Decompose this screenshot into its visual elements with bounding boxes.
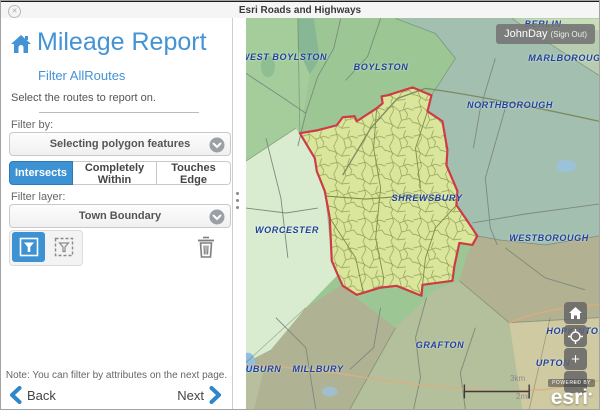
back-button[interactable]: Back [9, 384, 61, 406]
page-title: Mileage Report [37, 28, 207, 57]
esri-brand: esri [551, 386, 588, 409]
town-label-marlborough: MARLBOROUGH [528, 53, 599, 63]
select-by-extent-button[interactable] [47, 232, 80, 262]
esri-logo: POWERED BY esri● [548, 371, 595, 407]
town-label-grafton: GRAFTON [416, 340, 465, 350]
filter-method-dropdown[interactable]: Selecting polygon features [9, 132, 231, 156]
home-extent-button[interactable] [564, 302, 587, 324]
scale-mi-label: 2mi [516, 392, 529, 401]
filter-layer-dropdown[interactable]: Town Boundary [9, 204, 231, 228]
town-label-worcester: WORCESTER [255, 225, 319, 235]
home-icon [9, 32, 33, 61]
chevron-down-icon [209, 137, 225, 158]
town-label-westborough: WESTBOROUGH [509, 233, 589, 243]
spatial-relation-tabs: Intersects Completely Within Touches Edg… [9, 161, 231, 185]
page-subtitle: Filter AllRoutes [38, 68, 125, 83]
chevron-down-icon [209, 209, 225, 230]
map-canvas[interactable]: BERLIN WEST BOYLSTON BOYLSTON MARLBOROUG… [246, 18, 599, 409]
filter-by-label: Filter by: [11, 119, 53, 131]
instruction-text: Select the routes to report on. [11, 92, 156, 104]
town-label-west-boylston: WEST BOYLSTON [246, 52, 327, 62]
town-label-auburn: AUBURN [246, 364, 281, 374]
locate-icon [568, 329, 583, 344]
selection-tool-group [9, 230, 83, 266]
plus-icon: + [571, 352, 580, 367]
clear-selection-button[interactable] [189, 230, 223, 264]
next-button[interactable]: Next [172, 384, 222, 406]
zoom-in-button[interactable]: + [564, 348, 587, 370]
tab-touches-edge[interactable]: Touches Edge [157, 161, 231, 185]
mileage-report-panel: Mileage Report Filter AllRoutes Select t… [1, 18, 233, 409]
chevron-left-icon [9, 386, 22, 404]
title-bar: ✕ Esri Roads and Highways [1, 2, 599, 19]
filter-layer-value: Town Boundary [10, 210, 230, 222]
basemap [246, 18, 599, 409]
app-title: Esri Roads and Highways [1, 5, 599, 16]
filter-method-value: Selecting polygon features [10, 138, 230, 150]
trash-icon [194, 234, 218, 260]
home-icon [569, 307, 582, 319]
filter-layer-label: Filter layer: [11, 191, 65, 203]
note-text: Note: You can filter by attributes on th… [1, 370, 232, 381]
user-name: JohnDay [504, 28, 547, 40]
town-label-northborough: NORTHBOROUGH [467, 100, 553, 110]
town-label-boylston: BOYLSTON [354, 62, 409, 72]
next-label: Next [177, 388, 204, 403]
sign-out-label: (Sign Out) [551, 30, 587, 39]
scale-km-label: 3km [510, 374, 525, 383]
select-by-polygon-button[interactable] [12, 232, 45, 262]
panel-drag-handle[interactable] [233, 18, 246, 409]
app-window: ✕ Esri Roads and Highways Mileage Report… [0, 0, 600, 410]
town-label-millbury: MILLBURY [292, 364, 343, 374]
locate-button[interactable] [564, 325, 587, 347]
esri-dot-icon: ● [588, 391, 592, 398]
back-label: Back [27, 388, 56, 403]
tab-intersects[interactable]: Intersects [9, 161, 73, 185]
town-label-shrewsbury: SHREWSBURY [392, 193, 463, 203]
chevron-right-icon [209, 386, 222, 404]
signed-in-user-button[interactable]: JohnDay (Sign Out) [496, 24, 595, 44]
tab-completely-within[interactable]: Completely Within [73, 161, 157, 185]
divider [39, 112, 199, 113]
